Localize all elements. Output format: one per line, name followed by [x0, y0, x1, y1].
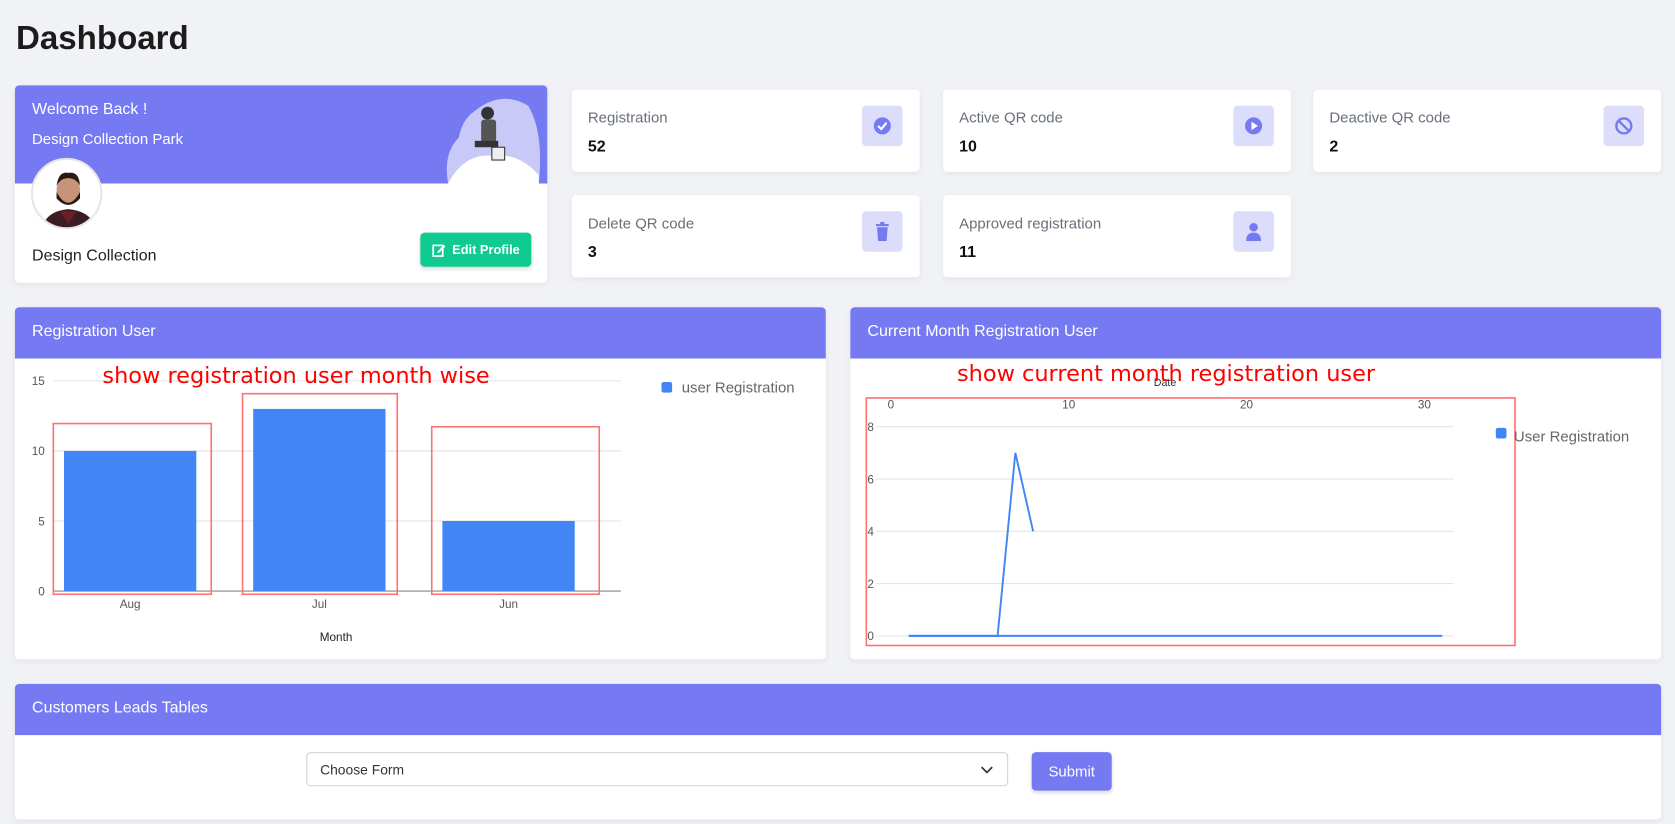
stat-card-delete-qr-code: Delete QR code 3 — [571, 195, 920, 278]
page-title: Dashboard — [16, 19, 189, 57]
stat-label: Deactive QR code — [1329, 108, 1451, 126]
x-tick-label: 0 — [888, 399, 895, 412]
chevron-down-icon — [980, 766, 993, 774]
stat-card-registration: Registration 52 — [571, 89, 920, 172]
illustration-icon — [446, 98, 541, 184]
user-photo-icon — [33, 160, 101, 228]
x-axis-label: Month — [320, 631, 353, 644]
legend-swatch — [1495, 427, 1507, 439]
registration-user-panel: Registration User 0 5 10 15 Aug Jul Jun Month us… — [14, 307, 826, 660]
ban-icon — [1603, 105, 1645, 147]
y-tick-label: 6 — [867, 473, 874, 486]
legend-swatch — [661, 381, 673, 393]
x-tick-label: 10 — [1062, 399, 1076, 412]
y-tick-label: 0 — [38, 585, 45, 598]
y-tick-label: 5 — [38, 515, 45, 528]
check-circle-icon — [862, 105, 903, 147]
stat-value: 10 — [959, 137, 977, 156]
legend-label: User Registration — [1514, 429, 1629, 446]
current-month-panel: Current Month Registration User Date 0 10 2… — [850, 307, 1662, 660]
bar-jul — [253, 408, 386, 592]
edit-icon — [432, 244, 446, 257]
stat-card-approved-registration: Approved registration 11 — [943, 195, 1291, 278]
bar-jun — [442, 521, 575, 592]
customers-leads-title: Customers Leads Tables — [14, 683, 1662, 736]
welcome-card: Welcome Back ! Design Collection Park De… — [14, 85, 548, 283]
y-tick-label: 0 — [867, 630, 874, 643]
series-line — [908, 452, 1035, 637]
welcome-header: Welcome Back ! Design Collection Park — [14, 85, 548, 184]
stat-value: 3 — [587, 243, 597, 262]
play-circle-icon — [1233, 105, 1274, 147]
annotation-current-month: show current month registration user — [957, 360, 1376, 387]
y-tick-label: 10 — [32, 445, 46, 458]
x-tick-label: Aug — [120, 598, 141, 611]
choose-form-value: Choose Form — [320, 761, 405, 778]
stat-label: Registration — [587, 108, 668, 126]
stat-label: Approved registration — [959, 214, 1102, 232]
current-month-line-chart: Date0 10 20 3002468User Registration — [865, 377, 1629, 647]
registration-bar-chart: 0 5 10 15 Aug Jul Jun Month user Registration — [32, 375, 795, 644]
welcome-subtitle: Design Collection Park — [32, 130, 184, 148]
x-tick-label: Jun — [499, 598, 518, 611]
edit-profile-label: Edit Profile — [452, 242, 520, 258]
stat-card-deactive-qr-code: Deactive QR code 2 — [1313, 89, 1662, 172]
annotation-month-wise: show registration user month wise — [102, 362, 490, 389]
edit-profile-button[interactable]: Edit Profile — [420, 232, 532, 267]
stat-card-active-qr-code: Active QR code 10 — [943, 89, 1291, 172]
user-name: Design Collection — [32, 246, 157, 265]
registration-user-title: Registration User — [14, 307, 826, 359]
current-month-title: Current Month Registration User — [850, 307, 1662, 359]
welcome-greeting: Welcome Back ! — [32, 100, 148, 119]
user-icon — [1233, 211, 1274, 252]
legend-label: user Registration — [682, 380, 795, 397]
stat-value: 52 — [587, 137, 606, 156]
y-tick-label: 4 — [867, 526, 874, 539]
stat-value: 2 — [1329, 137, 1339, 156]
x-tick-label: 20 — [1240, 399, 1254, 412]
stat-label: Delete QR code — [587, 214, 695, 232]
avatar — [30, 157, 103, 230]
customers-leads-panel: Customers Leads Tables Choose Form Submi… — [14, 683, 1662, 820]
bar-aug — [64, 450, 197, 592]
trash-icon — [862, 211, 903, 252]
y-tick-label: 8 — [867, 421, 874, 434]
stat-value: 11 — [959, 243, 977, 262]
stat-label: Active QR code — [959, 108, 1063, 126]
x-tick-label: Jul — [312, 598, 327, 611]
annotation-box — [865, 397, 1516, 647]
x-tick-label: 30 — [1418, 399, 1432, 412]
choose-form-select[interactable]: Choose Form — [306, 752, 1009, 787]
submit-button[interactable]: Submit — [1031, 752, 1112, 791]
y-tick-label: 2 — [867, 578, 874, 591]
y-tick-label: 15 — [32, 375, 46, 388]
